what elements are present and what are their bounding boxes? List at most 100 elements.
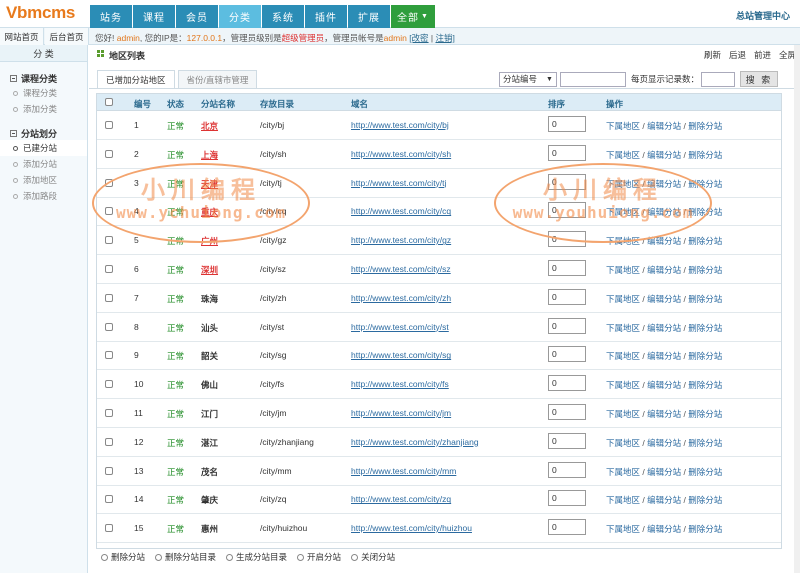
op-link-1[interactable]: 编辑分站 [647,150,681,160]
row-domain-link[interactable]: http://www.test.com/city/bj [351,120,449,130]
op-link-0[interactable]: 下属地区 [606,294,640,304]
op-link-2[interactable]: 删除分站 [688,409,722,419]
row-checkbox[interactable] [105,524,113,533]
op-link-0[interactable]: 下属地区 [606,495,640,505]
row-checkbox[interactable] [105,121,113,129]
op-link-1[interactable]: 编辑分站 [647,380,681,390]
row-sort-input[interactable]: 0 [548,144,586,161]
row-sort-input[interactable]: 0 [548,461,586,478]
row-sort-input[interactable]: 0 [548,116,586,132]
row-checkbox[interactable] [105,265,113,273]
op-link-2[interactable]: 删除分站 [688,121,722,131]
row-sort-input[interactable]: 0 [548,404,586,420]
op-link-0[interactable]: 下属地区 [606,467,640,477]
row-name[interactable]: 上海 [201,149,218,161]
op-link-1[interactable]: 编辑分站 [647,236,681,246]
op-link-0[interactable]: 下属地区 [606,438,640,448]
tab-1[interactable]: 省份/直辖市管理 [177,70,258,88]
center-link[interactable]: 总站管理中心 [736,9,790,22]
sidebar-item[interactable]: 添加分站 [0,156,87,172]
op-link-1[interactable]: 编辑分站 [647,438,681,448]
sidebar-item[interactable]: 添加分类 [0,101,87,117]
row-domain-link[interactable]: http://www.test.com/city/mm [351,466,456,476]
op-link-0[interactable]: 下属地区 [606,236,640,246]
op-link-2[interactable]: 删除分站 [688,265,722,275]
radio-icon[interactable] [101,553,108,561]
search-input[interactable] [559,71,626,87]
bulk-action-3[interactable]: 开启分站 [297,551,341,563]
row-name[interactable]: 广州 [201,235,218,247]
radio-icon[interactable] [351,553,359,561]
row-sort-input[interactable]: 0 [548,432,586,449]
op-link-2[interactable]: 删除分站 [688,351,722,361]
row-domain-link[interactable]: http://www.test.com/city/tj [351,178,446,188]
row-checkbox[interactable] [105,466,113,475]
row-domain-link[interactable]: http://www.test.com/city/sh [351,149,451,159]
op-link-0[interactable]: 下属地区 [606,265,640,275]
op-link-1[interactable]: 编辑分站 [647,409,681,419]
op-link-1[interactable]: 编辑分站 [647,467,681,477]
search-button[interactable]: 搜 索 [740,71,778,87]
page-scrollbar[interactable] [794,45,800,573]
op-link-2[interactable]: 删除分站 [688,294,722,304]
op-link-0[interactable]: 下属地区 [606,409,640,419]
op-link-2[interactable]: 删除分站 [688,380,722,390]
row-checkbox[interactable] [105,293,113,302]
op-link-1[interactable]: 编辑分站 [647,495,681,505]
row-sort-input[interactable]: 0 [548,260,586,276]
per-page-input[interactable] [701,71,735,87]
row-checkbox[interactable] [105,322,113,331]
op-link-0[interactable]: 下属地区 [606,351,640,361]
op-link-0[interactable]: 下属地区 [606,121,640,131]
row-domain-link[interactable]: http://www.test.com/city/jm [351,408,451,418]
radio-icon[interactable] [226,553,234,561]
nav-item-1[interactable]: 课程 [133,5,175,28]
row-domain-link[interactable]: http://www.test.com/city/st [351,322,449,332]
row-sort-input[interactable]: 0 [548,317,586,334]
bulk-action-1[interactable]: 删除分站目录 [155,551,216,563]
row-checkbox[interactable] [105,409,113,417]
sidebar-item[interactable]: 已建分站 [0,140,87,156]
op-link-1[interactable]: 编辑分站 [647,265,681,275]
row-domain-link[interactable]: http://www.test.com/city/zq [351,494,451,504]
row-domain-link[interactable]: http://www.test.com/city/huizhou [351,523,472,533]
row-domain-link[interactable]: http://www.test.com/city/fs [351,379,449,389]
row-domain-link[interactable]: http://www.test.com/city/cq [351,206,451,216]
op-link-1[interactable]: 编辑分站 [647,351,681,361]
home-tab-site[interactable]: 网站首页 [0,28,44,45]
op-link-2[interactable]: 删除分站 [688,236,722,246]
row-sort-input[interactable]: 0 [548,519,586,536]
bulk-action-0[interactable]: 删除分站 [101,551,145,563]
nav-item-5[interactable]: 插件 [305,5,347,28]
bulk-action-4[interactable]: 关闭分站 [351,551,395,563]
op-link-1[interactable]: 编辑分站 [647,294,681,304]
row-domain-link[interactable]: http://www.test.com/city/sg [351,350,451,360]
select-all-checkbox[interactable] [105,98,113,106]
sidebar-item[interactable]: 课程分类 [0,85,87,101]
nav-item-2[interactable]: 会员 [176,5,218,28]
row-domain-link[interactable]: http://www.test.com/city/zh [351,293,451,303]
nav-item-7[interactable]: 全部 ▼ [391,5,435,28]
row-domain-link[interactable]: http://www.test.com/city/gz [351,235,451,245]
home-tab-admin[interactable]: 后台首页 [45,28,89,45]
bulk-action-2[interactable]: 生成分站目录 [226,551,287,563]
op-link-1[interactable]: 编辑分站 [647,524,681,534]
op-link-1[interactable]: 编辑分站 [647,121,681,131]
app-logo[interactable]: Vbmcms [6,3,75,23]
row-checkbox[interactable] [105,351,113,360]
op-link-0[interactable]: 下属地区 [606,150,640,160]
radio-icon[interactable] [155,553,163,561]
op-link-2[interactable]: 删除分站 [688,323,722,333]
op-link-0[interactable]: 下属地区 [606,380,640,390]
sidebar-group-title[interactable]: 课程分类 [0,71,87,85]
row-name[interactable]: 深圳 [201,264,218,276]
row-domain-link[interactable]: http://www.test.com/city/sz [351,264,451,274]
op-link-1[interactable]: 编辑分站 [647,323,681,333]
nav-item-4[interactable]: 系统 [262,5,304,28]
collapse-icon[interactable] [10,129,17,137]
row-sort-input[interactable]: 0 [548,346,586,363]
op-link-2[interactable]: 删除分站 [688,524,722,534]
sidebar-item[interactable]: 添加地区 [0,172,87,188]
nav-item-0[interactable]: 站务 [90,5,132,28]
row-checkbox[interactable] [105,437,113,446]
